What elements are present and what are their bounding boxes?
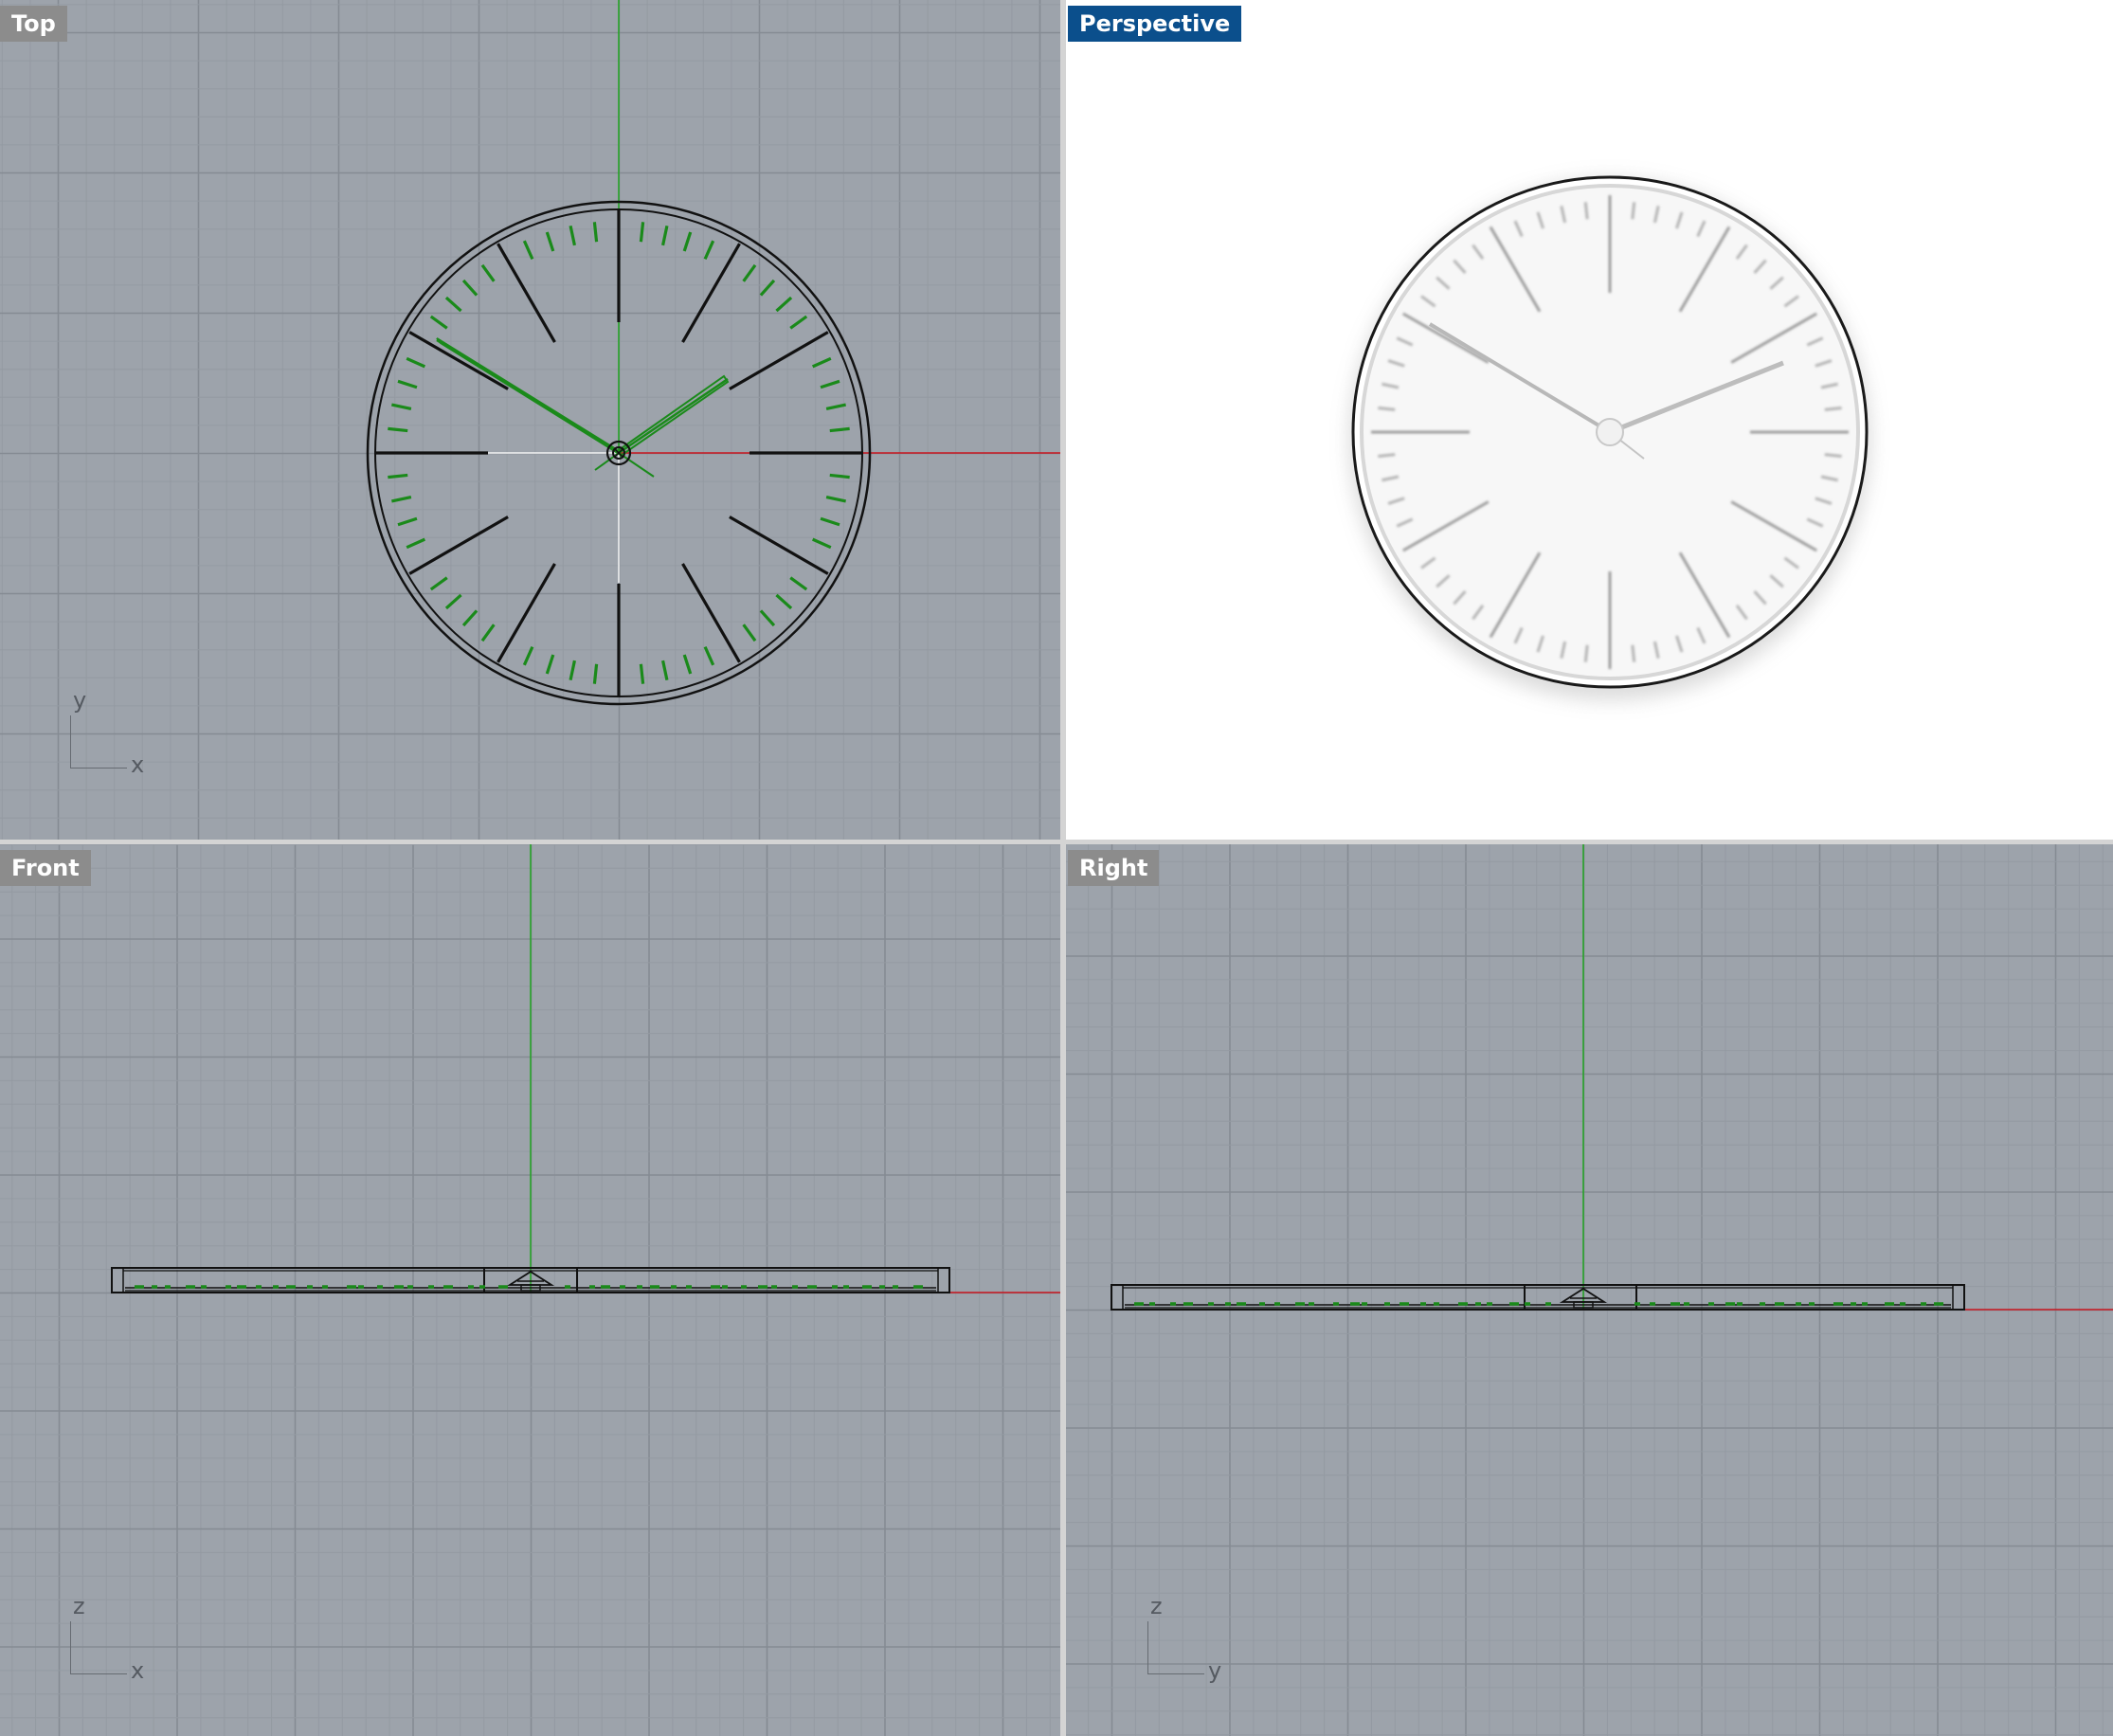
viewport-label-perspective[interactable]: Perspective [1068,6,1242,42]
viewport-top[interactable]: Top y x [0,0,1060,840]
viewport-background [1066,844,2113,1736]
cplane-axes-icon: y x [57,687,145,778]
viewport-label-front[interactable]: Front [0,850,91,886]
cplane-axes-icon: z y [1134,1593,1222,1684]
cplane-axes-icon: z x [57,1593,145,1684]
axis-label-x: x [131,751,145,778]
viewport-label-right[interactable]: Right [1068,850,1160,886]
axis-label-z: z [1150,1593,1163,1619]
viewport-right[interactable]: Right z y [1066,844,2113,1736]
top-view-canvas[interactable] [0,0,1060,840]
axis-label-y: y [1208,1657,1222,1684]
viewport-label-top[interactable]: Top [0,6,67,42]
axis-label-y: y [73,687,87,714]
front-view-canvas[interactable] [0,844,1060,1736]
right-view-canvas[interactable] [1066,844,2113,1736]
viewport-background [0,0,1060,840]
viewport-front[interactable]: Front z x [0,844,1060,1736]
perspective-view-canvas[interactable] [1066,0,2113,840]
axis-label-x: x [131,1657,145,1684]
axis-label-z: z [73,1593,85,1619]
clock-center-pin-render [1596,418,1624,446]
viewport-perspective[interactable]: Perspective [1066,0,2113,840]
